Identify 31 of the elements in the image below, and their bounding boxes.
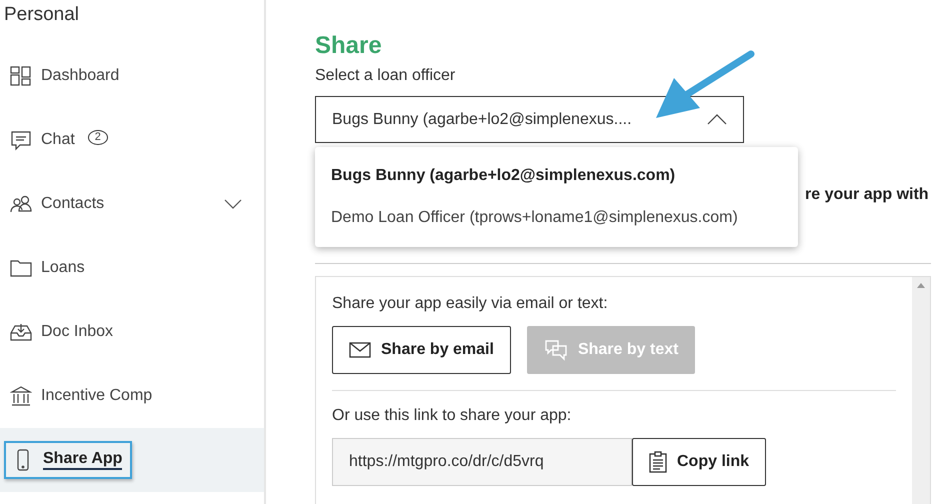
chat-bubbles-icon <box>544 339 568 361</box>
page-title: Share <box>315 32 382 60</box>
bank-icon <box>10 385 32 407</box>
chevron-down-icon[interactable] <box>224 199 242 209</box>
sidebar-item[interactable]: Share App <box>0 428 264 492</box>
sidebar-item[interactable]: Incentive Comp <box>0 364 264 428</box>
dashboard-icon <box>10 65 32 87</box>
dropdown-option[interactable]: Bugs Bunny (agarbe+lo2@simplenexus.com) <box>315 155 798 197</box>
instruction-text: Share your app easily via email or text: <box>332 295 608 313</box>
share-email-button[interactable]: Share by email <box>332 326 511 374</box>
clipboard-icon <box>649 451 667 473</box>
count-badge: 2 <box>88 130 108 144</box>
instruction-text: Or use this link to share your app: <box>332 407 572 425</box>
dropdown-option[interactable]: Demo Loan Officer (tprows+loname1@simplenexus.com) <box>315 197 798 239</box>
link-field[interactable]: https://mtgpro.co/dr/c/d5vrq <box>332 438 632 486</box>
inbox-icon <box>10 321 32 343</box>
sidebar-item[interactable]: Dashboard <box>0 44 264 108</box>
chat-icon <box>10 129 32 151</box>
scroll-up-icon[interactable] <box>917 283 925 288</box>
copy-link-button[interactable]: Copy link <box>632 438 766 486</box>
mail-icon <box>349 342 371 358</box>
sidebar-item[interactable]: Loans <box>0 236 264 300</box>
sidebar-item[interactable]: Doc Inbox <box>0 300 264 364</box>
scrollbar[interactable] <box>912 277 930 504</box>
sidebar-item[interactable]: Chat 2 <box>0 108 264 172</box>
sidebar-item[interactable]: Contacts <box>0 172 264 236</box>
loan-officer-select[interactable]: Bugs Bunny (agarbe+lo2@simplenexus.... <box>315 96 744 143</box>
field-label: Select a loan officer <box>315 66 456 86</box>
people-icon <box>10 193 32 215</box>
section-title: Personal <box>3 3 79 27</box>
intro-text: re your app with <box>805 186 929 204</box>
